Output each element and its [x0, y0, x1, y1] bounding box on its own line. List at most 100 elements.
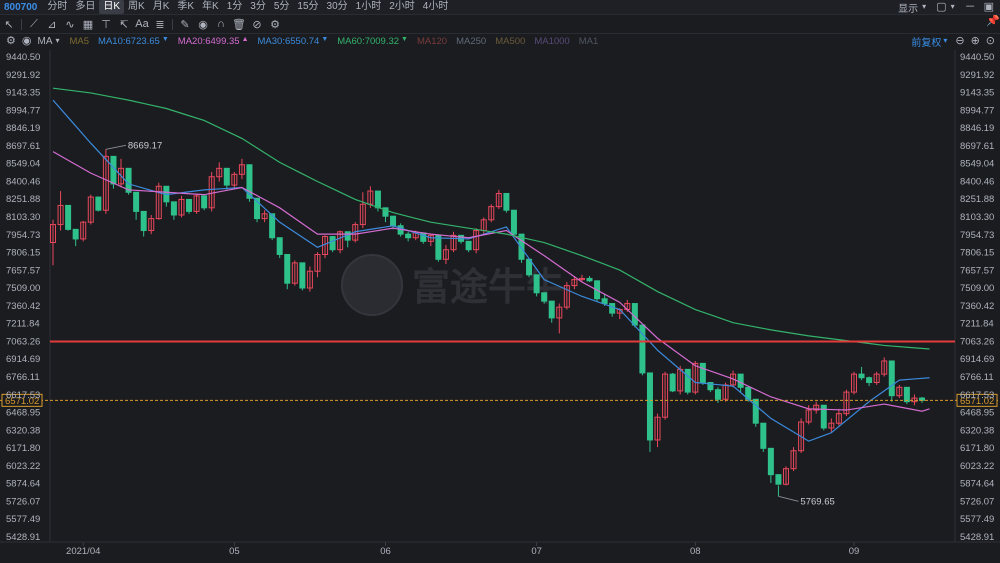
candle-down: [866, 377, 873, 384]
candlestick-chart[interactable]: 富途牛牛 6571.02 6571.02 9440.50 9440.50 9291.9…: [0, 0, 1000, 563]
y-tick-label-left: 7657.57: [6, 265, 40, 276]
magnet-icon[interactable]: ∩: [212, 16, 230, 32]
symbol-code[interactable]: 800700: [4, 2, 37, 13]
candle-down: [299, 262, 306, 289]
candle-down: [435, 234, 442, 260]
ma-legend-item[interactable]: MA30:6550.74: [258, 36, 320, 47]
max-pointer: [105, 144, 126, 150]
period-tab[interactable]: 月K: [149, 0, 174, 14]
zoom-out-icon[interactable]: ⊖: [955, 34, 964, 48]
line-tool-icon[interactable]: ⟋: [25, 16, 43, 32]
candle-down: [201, 195, 208, 209]
period-tab[interactable]: 年K: [198, 0, 223, 14]
x-tick-label: 2021/04: [66, 546, 100, 557]
period-tab[interactable]: 1小时: [352, 0, 386, 14]
ma-legend-item[interactable]: MA20:6499.35: [178, 36, 240, 47]
indicator-type[interactable]: MA: [37, 36, 52, 47]
y-tick-label-right: 9291.92: [960, 70, 994, 81]
y-tick-label-left: 8846.19: [6, 123, 40, 134]
y-tick-label-right: 5428.91: [960, 532, 994, 543]
settings-icon[interactable]: ⚙: [266, 16, 284, 32]
y-tick-label-left: 6468.95: [6, 408, 40, 419]
ma-legend-item[interactable]: MA1000: [534, 36, 569, 47]
y-tick-label-right: 8251.88: [960, 194, 994, 205]
indicator-toggle-icon[interactable]: ◉: [22, 34, 32, 48]
trash-icon[interactable]: 🗑: [230, 16, 248, 32]
y-tick-label-right: 6617.53: [960, 390, 994, 401]
chevron-down-icon[interactable]: ▾: [922, 0, 926, 14]
y-tick-label-left: 9291.92: [6, 70, 40, 81]
y-tick-label-left: 7211.84: [6, 319, 40, 330]
display-menu[interactable]: 显示: [898, 0, 918, 15]
period-tab[interactable]: 15分: [293, 0, 322, 14]
y-tick-label-left: 8549.04: [6, 159, 40, 170]
ma-legend-item[interactable]: MA10:6723.65: [98, 36, 160, 47]
y-tick-label-right: 7211.84: [960, 319, 994, 330]
cursor-icon[interactable]: ↖: [0, 16, 18, 32]
y-tick-label-right: 8697.61: [960, 141, 994, 152]
channel-tool-icon[interactable]: ▦: [79, 16, 97, 32]
chevron-down-icon[interactable]: ▾: [951, 0, 955, 14]
text-tool-icon[interactable]: Aa: [133, 16, 151, 32]
y-tick-label-left: 6766.11: [6, 372, 40, 383]
window-icon[interactable]: ▢: [936, 0, 946, 14]
period-tab[interactable]: 2小时: [385, 0, 419, 14]
y-tick-label-right: 8994.77: [960, 105, 994, 116]
max-price-label: 8669.17: [128, 140, 162, 151]
period-tab[interactable]: 日K: [99, 0, 125, 14]
arrow-tool-icon[interactable]: ↸: [115, 16, 133, 32]
period-tab[interactable]: 季K: [173, 0, 198, 14]
gear-icon[interactable]: ⚙: [6, 34, 16, 48]
hide-drawings-icon[interactable]: ⊘: [248, 16, 266, 32]
chevron-down-icon[interactable]: ▾: [55, 34, 59, 48]
ma-legend-item[interactable]: MA250: [456, 36, 486, 47]
wave-tool-icon[interactable]: ∿: [61, 16, 79, 32]
trend-tool-icon[interactable]: ⊿: [43, 16, 61, 32]
more-options-icon[interactable]: ⊙: [986, 34, 995, 48]
period-bar: 800700 分时 多日 日K 周K 月K 季K 年K 1分 3分 5分 15分 30分 1小时 2小时 4…: [0, 0, 1000, 15]
y-tick-label-right: 5726.07: [960, 496, 994, 507]
pencil-icon[interactable]: ✎: [176, 16, 194, 32]
candle-down: [903, 386, 910, 403]
visibility-icon[interactable]: ◉: [194, 16, 212, 32]
ma-legend-item[interactable]: MA60:7009.32: [337, 36, 399, 47]
ma-legend-item[interactable]: MA1: [579, 36, 599, 47]
zoom-in-icon[interactable]: ⊕: [971, 34, 980, 48]
y-tick-label-left: 6320.38: [6, 425, 40, 436]
restore-icon[interactable]: ▣: [984, 0, 994, 14]
candle-down: [601, 298, 608, 305]
candle-down: [548, 300, 555, 319]
measure-tool-icon[interactable]: ⊤: [97, 16, 115, 32]
period-tab[interactable]: 多日: [71, 0, 99, 14]
period-tab[interactable]: 分时: [43, 0, 71, 14]
period-tab[interactable]: 30分: [323, 0, 352, 14]
min-price-label: 5769.65: [800, 496, 834, 507]
period-tab[interactable]: 5分: [270, 0, 294, 14]
candle-down: [684, 368, 691, 393]
arrow-up-icon: ▲: [241, 35, 249, 43]
adjust-mode[interactable]: 前复权: [911, 34, 941, 49]
ma-legend-item[interactable]: MA5: [70, 36, 90, 47]
period-tab[interactable]: 4小时: [419, 0, 453, 14]
candle-down: [586, 277, 593, 282]
y-tick-label-left: 9143.35: [6, 88, 40, 99]
minimize-icon[interactable]: －: [965, 0, 976, 14]
candle-down: [503, 192, 510, 211]
period-tab[interactable]: 3分: [246, 0, 270, 14]
y-tick-label-right: 8400.46: [960, 176, 994, 187]
period-tab[interactable]: 周K: [124, 0, 149, 14]
chevron-down-icon[interactable]: ▾: [943, 34, 947, 48]
price-levels: 6571.02 6571.02: [0, 340, 1000, 407]
period-tabs: 分时 多日 日K 周K 月K 季K 年K 1分 3分 5分 15分 30分 1小时 2小时 4小时: [43, 0, 452, 14]
fibonacci-icon[interactable]: ≣: [151, 16, 169, 32]
ma-legend-item[interactable]: MA120: [417, 36, 447, 47]
y-tick-label-left: 6023.22: [6, 461, 40, 472]
candle-down: [669, 373, 676, 392]
y-tick-label-left: 5874.64: [6, 479, 40, 490]
x-tick-label: 09: [849, 546, 860, 557]
period-tab[interactable]: 1分: [223, 0, 247, 14]
y-tick-label-right: 7954.73: [960, 230, 994, 241]
ma-legend-item[interactable]: MA500: [495, 36, 525, 47]
candle-down: [186, 198, 193, 212]
y-tick-label-left: 6171.80: [6, 443, 40, 454]
